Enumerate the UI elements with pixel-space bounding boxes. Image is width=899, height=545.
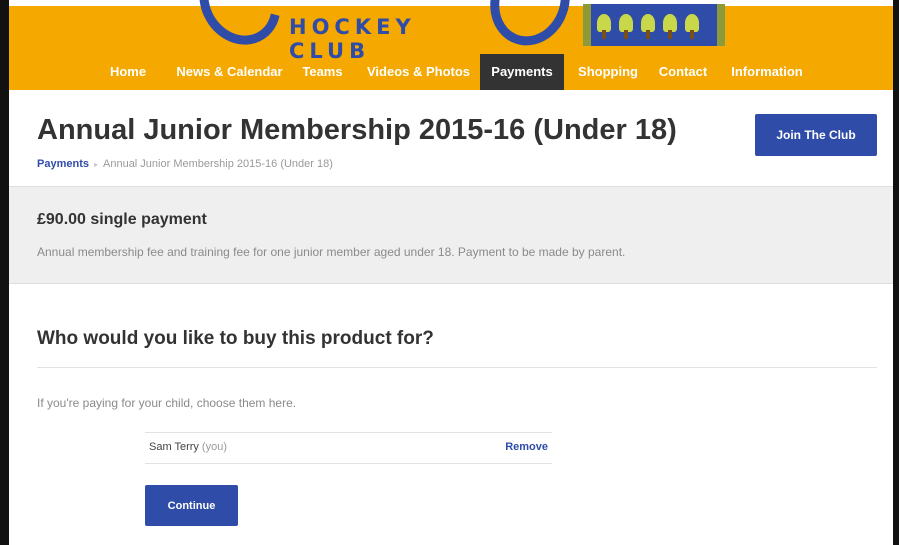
breadcrumb: Payments ▸ Annual Junior Membership 2015-1… [37, 158, 333, 170]
badge-reeds-left [583, 4, 591, 46]
badge-trunk-3 [646, 30, 650, 39]
nav-teams[interactable]: Teams [297, 54, 348, 90]
price-title: £90.00 single payment [37, 211, 207, 228]
nav-videos-photos[interactable]: Videos & Photos [362, 54, 475, 90]
join-club-button[interactable]: Join The Club [755, 114, 877, 156]
breadcrumb-current: Annual Junior Membership 2015-16 (Under … [103, 158, 333, 170]
breadcrumb-payments-link[interactable]: Payments [37, 158, 89, 170]
logo-letter-left [183, 0, 297, 60]
site-header: HOCKEY CLUB Home News & Calendar Teams V… [9, 0, 893, 90]
breadcrumb-separator-icon: ▸ [93, 160, 98, 169]
badge-trunk-1 [602, 30, 606, 39]
club-badge-icon [583, 4, 725, 46]
remove-person-link[interactable]: Remove [505, 441, 548, 453]
continue-button[interactable]: Continue [145, 485, 238, 526]
nav-payments[interactable]: Payments [480, 54, 564, 90]
main-nav: Home News & Calendar Teams Videos & Phot… [9, 54, 893, 90]
title-area: Annual Junior Membership 2015-16 (Under … [9, 90, 893, 186]
badge-trunk-2 [624, 30, 628, 39]
nav-shopping[interactable]: Shopping [572, 54, 644, 90]
badge-trunk-4 [668, 30, 672, 39]
buy-for-heading: Who would you like to buy this product f… [37, 328, 434, 349]
badge-trunk-5 [690, 30, 694, 39]
nav-contact[interactable]: Contact [655, 54, 711, 90]
person-name-container: Sam Terry (you) [149, 441, 227, 453]
window-left-border [0, 0, 9, 545]
badge-reeds-right [717, 4, 725, 46]
selected-person-row: Sam Terry (you) Remove [145, 432, 552, 464]
person-name: Sam Terry [149, 441, 199, 453]
page-title: Annual Junior Membership 2015-16 (Under … [37, 114, 677, 146]
nav-news-calendar[interactable]: News & Calendar [168, 54, 291, 90]
price-panel: £90.00 single payment Annual membership … [9, 186, 893, 284]
heading-divider [37, 367, 877, 368]
child-hint: If you're paying for your child, choose … [37, 396, 297, 410]
nav-information[interactable]: Information [726, 54, 808, 90]
price-description: Annual membership fee and training fee f… [37, 245, 626, 259]
window-right-border [893, 0, 899, 545]
person-you-tag: (you) [201, 441, 227, 453]
nav-home[interactable]: Home [101, 54, 155, 90]
